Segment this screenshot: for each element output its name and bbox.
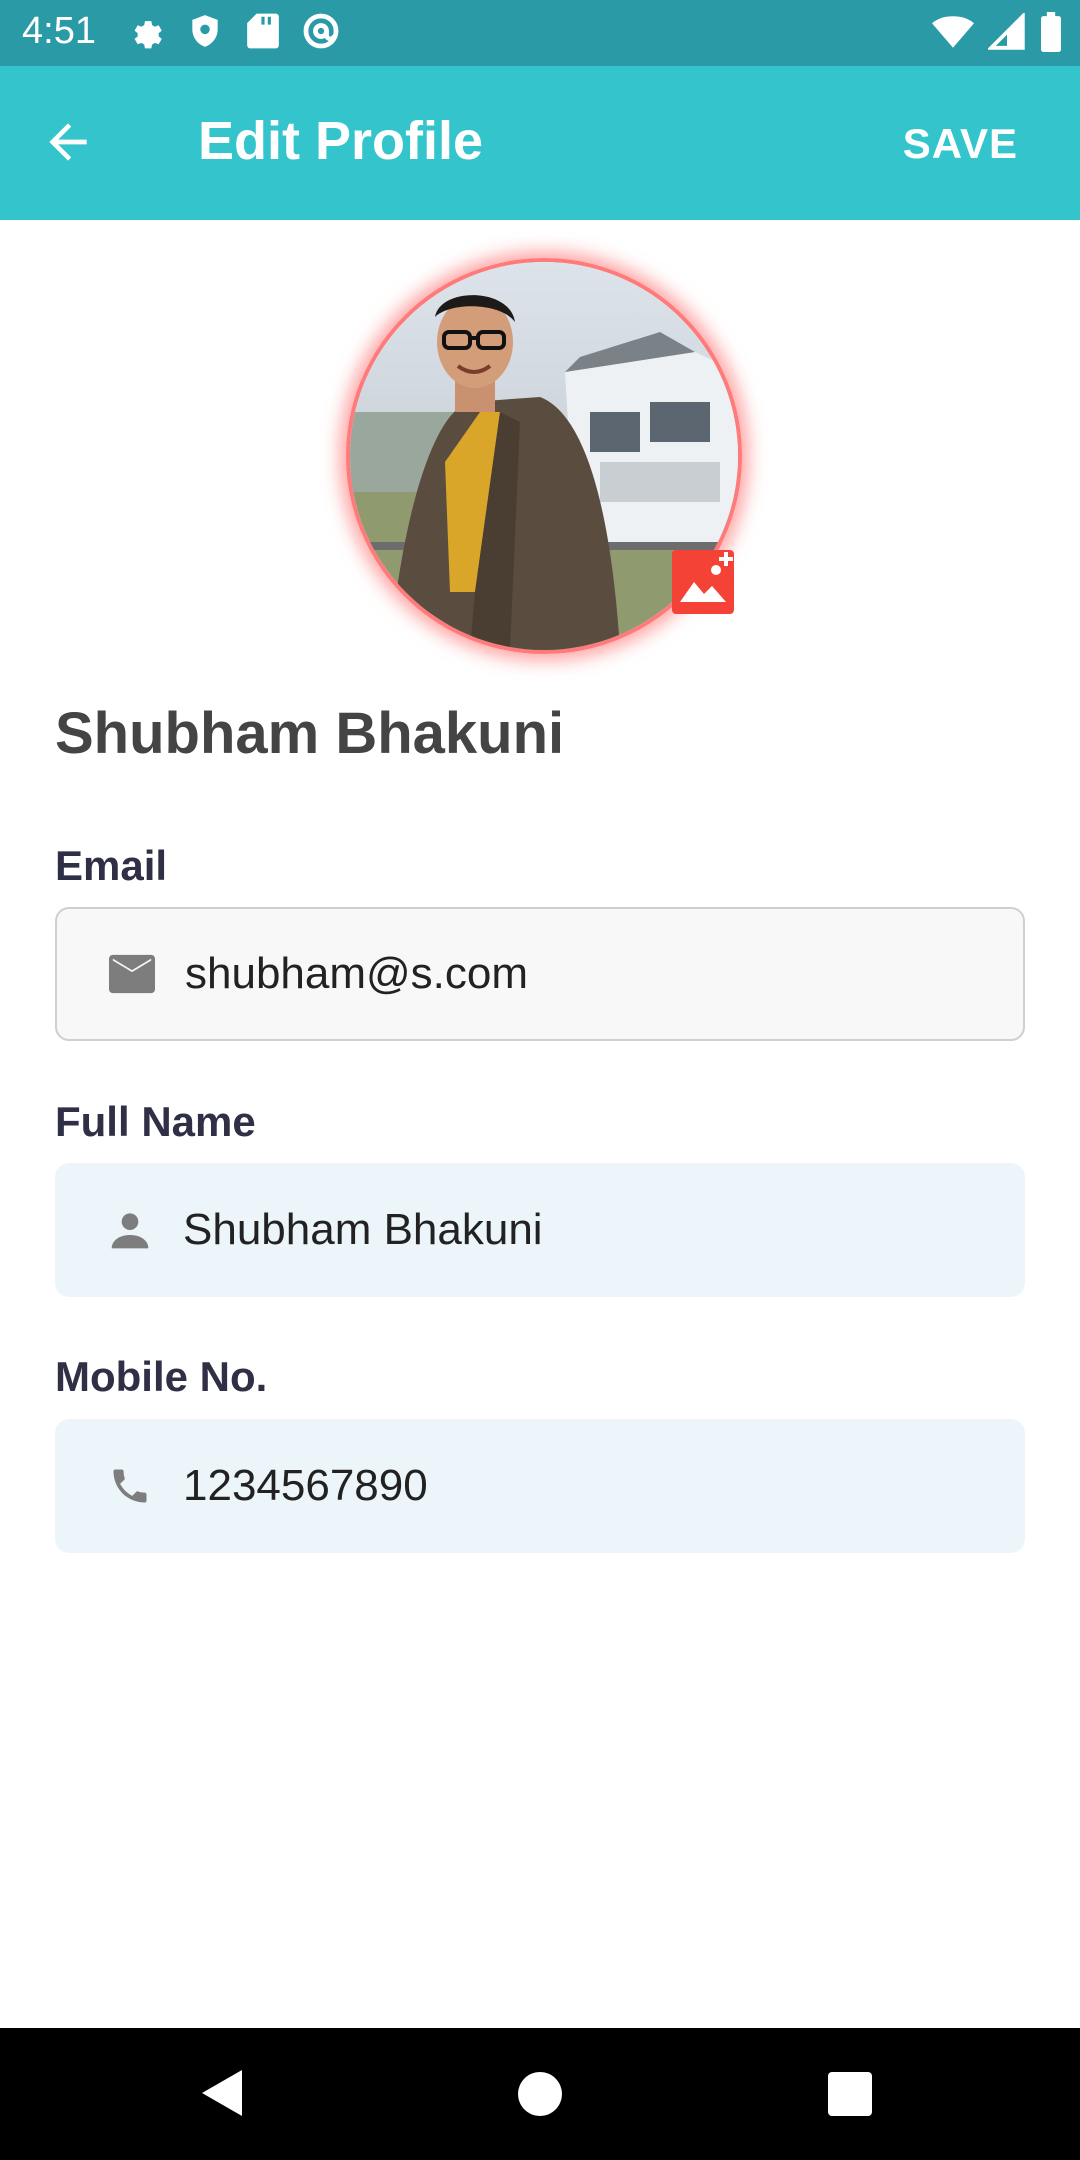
settings-icon [126,12,164,55]
email-label: Email [55,842,168,889]
mail-icon [97,954,167,994]
status-left-icons [126,12,340,55]
recents-square-icon[interactable] [828,2072,872,2116]
wifi-icon [932,13,974,56]
save-button[interactable]: SAVE [903,120,1018,168]
person-icon [95,1210,165,1250]
mobile-label: Mobile No. [55,1353,268,1400]
status-time: 4:51 [22,10,96,52]
image-add-icon [672,552,734,618]
mobile-value: 1234567890 [183,1461,428,1510]
back-triangle-icon[interactable] [200,2068,244,2123]
phone-icon [95,1464,165,1508]
mobile-input[interactable]: 1234567890 [55,1419,1025,1553]
change-photo-button[interactable] [672,550,734,614]
home-circle-icon[interactable] [518,2072,562,2116]
app-bar: Edit Profile SAVE [0,66,1080,220]
system-nav-bar [0,2028,1080,2160]
full-name-value: Shubham Bhakuni [183,1205,543,1254]
arrow-left-icon [40,123,96,174]
email-value: shubham@s.com [185,949,529,998]
profile-display-name: Shubham Bhakuni [55,701,565,766]
at-sign-icon [302,12,340,55]
full-name-input[interactable]: Shubham Bhakuni [55,1163,1025,1297]
sd-card-icon [246,12,280,55]
page-title: Edit Profile [198,111,484,171]
shield-icon [186,12,224,55]
status-right-icons [932,11,1062,57]
signal-icon [986,11,1026,56]
battery-icon [1040,12,1062,57]
full-name-label: Full Name [55,1098,256,1145]
status-bar: 4:51 [0,0,1080,66]
back-button[interactable] [40,114,112,174]
email-field[interactable]: shubham@s.com [55,907,1025,1041]
